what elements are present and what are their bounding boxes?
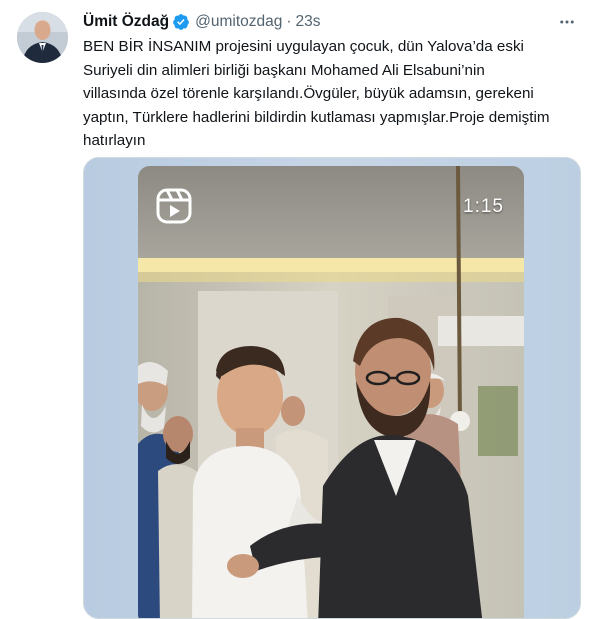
video-thumbnail	[138, 166, 524, 618]
verified-badge-icon	[173, 14, 189, 30]
video-duration: 1:15	[463, 196, 504, 217]
avatar[interactable]	[17, 12, 68, 63]
tweet-header: Ümit Özdağ @umitozdag · 23s	[83, 11, 578, 33]
video-frame[interactable]: 1:15	[138, 166, 524, 618]
tweet-media[interactable]: 1:15	[83, 157, 581, 619]
author-handle[interactable]: @umitozdag	[195, 13, 282, 31]
ellipsis-icon	[560, 20, 574, 24]
more-options-icon[interactable]	[556, 11, 578, 33]
tweet-timestamp[interactable]: 23s	[296, 13, 321, 31]
reels-icon	[156, 188, 192, 224]
separator-dot: ·	[286, 13, 292, 30]
author-name[interactable]: Ümit Özdağ	[83, 13, 169, 31]
tweet-text: BEN BİR İNSANIM projesini uygulayan çocu…	[83, 38, 550, 149]
avatar-photo	[17, 12, 68, 63]
